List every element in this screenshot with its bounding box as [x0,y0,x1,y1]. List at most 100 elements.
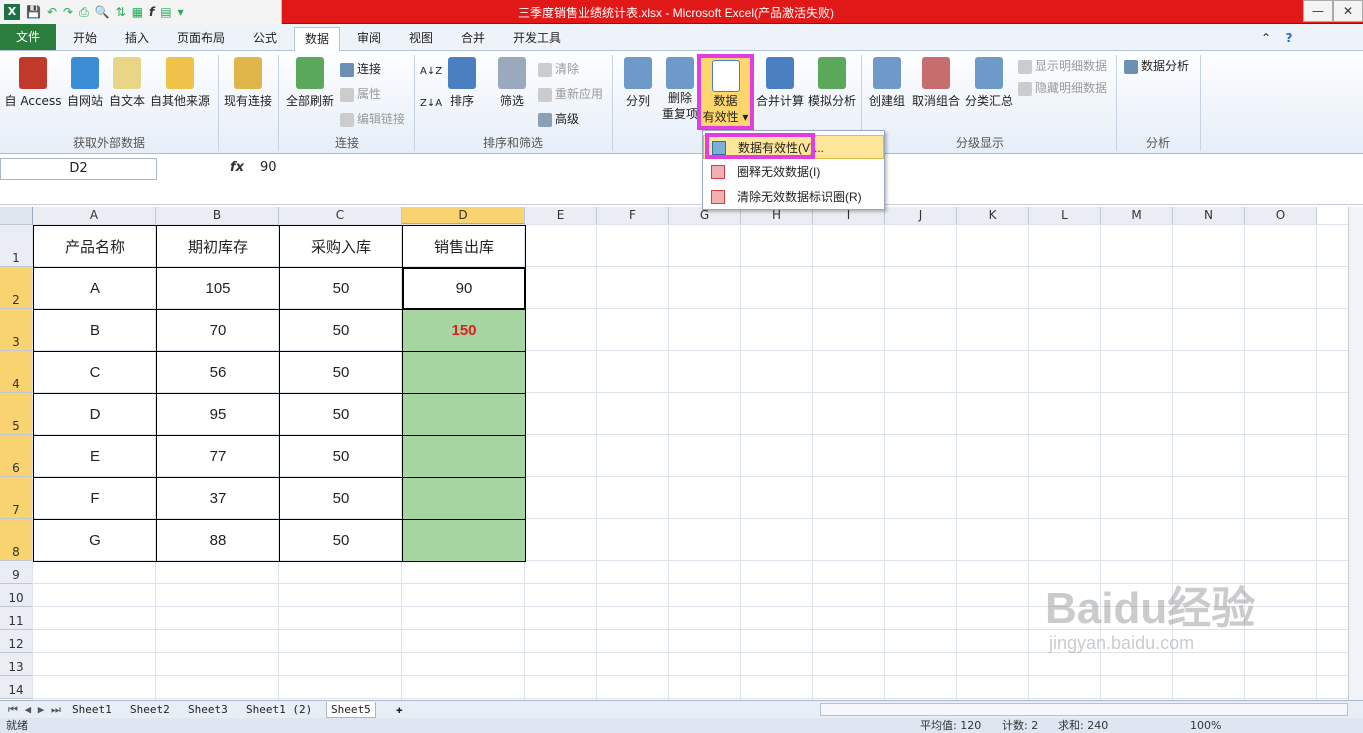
data-analysis-button[interactable]: 数据分析 [1124,57,1189,74]
tab-review[interactable]: 审阅 [346,27,392,51]
hide-detail-button[interactable]: 隐藏明细数据 [1018,79,1107,96]
row-header-12[interactable]: 12 [0,630,33,653]
sheet-tab-active[interactable]: Sheet5 [326,702,376,718]
row-header-7[interactable]: 7 [0,477,33,519]
data-cell[interactable] [402,519,526,562]
column-header-c[interactable]: C [279,207,402,225]
advanced-button[interactable]: 高级 [538,110,579,127]
data-cell[interactable]: 37 [156,477,280,520]
horizontal-scrollbar[interactable] [820,703,1348,716]
data-cell[interactable]: C [33,351,157,394]
row-header-5[interactable]: 5 [0,393,33,435]
sheet-nav-arrows[interactable]: ⏮ ◀ ▶ ⏭ [4,702,65,718]
remove-duplicates-button[interactable]: 删除 重复项 [660,57,700,122]
column-header-j[interactable]: J [885,207,957,225]
tab-insert[interactable]: 插入 [114,27,160,51]
what-if-button[interactable]: 模拟分析 [806,57,858,109]
ungroup-button[interactable]: 取消组合 [910,57,962,109]
column-header-e[interactable]: E [525,207,597,225]
function-icon[interactable]: f [149,6,154,18]
minimize-button[interactable]: — [1303,0,1333,22]
column-header-m[interactable]: M [1101,207,1173,225]
consolidate-button[interactable]: 合并计算 [756,57,804,109]
tab-file[interactable]: 文件 [0,24,56,50]
header-cell[interactable]: 销售出库 [402,225,526,268]
refresh-all-button[interactable]: 全部刷新 [284,57,336,109]
row-header-14[interactable]: 14 [0,676,33,699]
row-header-8[interactable]: 8 [0,519,33,561]
save-icon[interactable]: 💾 [26,6,41,18]
help-icon[interactable]: ? [1280,27,1298,51]
edit-links-button[interactable]: 编辑链接 [340,110,405,127]
data-cell[interactable]: 70 [156,309,280,352]
data-cell[interactable]: 56 [156,351,280,394]
sort-button[interactable]: 排序 [444,57,480,109]
data-cell[interactable]: 50 [279,267,403,310]
column-header-f[interactable]: F [597,207,669,225]
header-cell[interactable]: 采购入库 [279,225,403,268]
row-header-3[interactable]: 3 [0,309,33,351]
data-cell[interactable] [402,435,526,478]
customize-icon[interactable]: ▾ [178,6,184,18]
tab-developer[interactable]: 开发工具 [502,27,572,51]
existing-connections-button[interactable]: 现有连接 [222,57,274,109]
column-header-o[interactable]: O [1245,207,1317,225]
calculator-icon[interactable]: ▦ [132,6,143,18]
row-header-1[interactable]: 1 [0,225,33,267]
header-cell[interactable]: 产品名称 [33,225,157,268]
data-cell[interactable]: 50 [279,519,403,562]
subtotal-button[interactable]: 分类汇总 [964,57,1014,109]
print-icon[interactable]: ⎙ [79,6,89,18]
column-header-b[interactable]: B [156,207,279,225]
row-header-13[interactable]: 13 [0,653,33,676]
formula-input[interactable]: 90 [260,160,277,175]
header-cell[interactable]: 期初库存 [156,225,280,268]
filter-button[interactable]: 筛选 [494,57,530,109]
data-validation-button[interactable]: 数据 有效性 ▾ [697,54,754,130]
row-header-4[interactable]: 4 [0,351,33,393]
row-header-10[interactable]: 10 [0,584,33,607]
show-detail-button[interactable]: 显示明细数据 [1018,57,1107,74]
text-to-columns-button[interactable]: 分列 [618,57,658,109]
column-header-l[interactable]: L [1029,207,1101,225]
data-cell[interactable] [402,393,526,436]
tab-data[interactable]: 数据 [294,27,340,52]
column-header-k[interactable]: K [957,207,1029,225]
insert-sheet-icon[interactable]: ✚ [392,702,407,718]
row-header-11[interactable]: 11 [0,607,33,630]
from-text-button[interactable]: 自文本 [106,57,148,109]
sort-icon[interactable]: ⇅ [116,6,126,18]
tab-page-layout[interactable]: 页面布局 [166,27,236,51]
sheet-tab[interactable]: Sheet3 [184,702,232,718]
data-cell[interactable]: 50 [279,351,403,394]
menu-item-circle-invalid[interactable]: 圈释无效数据(I) [703,160,884,184]
data-cell[interactable] [402,351,526,394]
data-cell[interactable]: B [33,309,157,352]
close-button[interactable]: ✕ [1333,0,1363,22]
data-cell[interactable]: 88 [156,519,280,562]
reapply-button[interactable]: 重新应用 [538,85,603,102]
print-preview-icon[interactable]: 🔍 [95,6,110,18]
menu-item-clear-circles[interactable]: 清除无效数据标识圈(R) [703,185,884,209]
form-icon[interactable]: ▤ [160,6,171,18]
collapse-ribbon-icon[interactable]: ⌃ [1258,27,1274,51]
column-header-a[interactable]: A [33,207,156,225]
tab-home[interactable]: 开始 [62,27,108,51]
zoom-level[interactable]: 100% [1190,718,1221,733]
redo-icon[interactable]: ↷ [63,6,73,18]
row-header-2[interactable]: 2 [0,267,33,309]
data-cell[interactable]: 95 [156,393,280,436]
group-button[interactable]: 创建组 [866,57,908,109]
from-other-sources-button[interactable]: 自其他来源 [148,57,212,109]
data-cell[interactable]: F [33,477,157,520]
data-cell[interactable]: 105 [156,267,280,310]
data-cell[interactable]: 50 [279,477,403,520]
connections-button[interactable]: 连接 [340,60,381,77]
data-cell[interactable]: 50 [279,393,403,436]
data-cell[interactable]: 50 [279,309,403,352]
insert-function-icon[interactable]: fx [230,160,244,175]
data-cell[interactable]: E [33,435,157,478]
row-header-6[interactable]: 6 [0,435,33,477]
sheet-tab[interactable]: Sheet1 [68,702,116,718]
tab-merge[interactable]: 合并 [450,27,496,51]
